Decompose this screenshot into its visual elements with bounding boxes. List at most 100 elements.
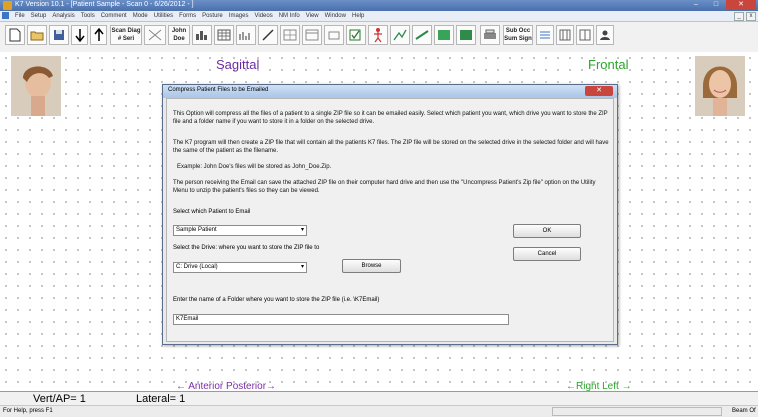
table-icon[interactable] <box>214 25 234 45</box>
window-title: K7 Version 10.1 - [Patient Sample - Scan… <box>15 1 194 8</box>
columns-icon-graphic <box>559 29 571 41</box>
print-preview-icon-graphic <box>328 31 340 40</box>
folder-input-label: Enter the name of a Folder where you wan… <box>173 297 380 303</box>
list-view-icon[interactable] <box>536 25 554 45</box>
menu-posture[interactable]: Posture <box>199 11 226 21</box>
menu-setup[interactable]: Setup <box>28 11 50 21</box>
grid-chart-icon-graphic <box>148 29 162 41</box>
lateral-value: Lateral= 1 <box>136 393 186 405</box>
menu-videos[interactable]: Videos <box>251 11 275 21</box>
menu-help[interactable]: Help <box>349 11 367 21</box>
arrow-up-icon-graphic <box>93 28 104 41</box>
new-file-icon-graphic <box>9 28 21 42</box>
grid-view-icon-graphic <box>283 29 297 41</box>
check-box-icon-graphic <box>349 29 361 41</box>
green-graph-icon[interactable] <box>434 25 454 45</box>
layout-icon[interactable] <box>302 25 322 45</box>
save-icon[interactable] <box>49 25 69 45</box>
columns-icon[interactable] <box>556 25 574 45</box>
menu-nm-info[interactable]: NM Info <box>276 11 303 21</box>
chart-green-icon-graphic <box>393 29 407 41</box>
arrow-down-icon[interactable] <box>71 25 88 45</box>
grid-chart-icon[interactable] <box>144 25 166 45</box>
chevron-down-icon: ▾ <box>300 227 304 233</box>
beam-status-text: Beam Of <box>732 408 756 414</box>
menu-file[interactable]: File <box>12 11 28 21</box>
skeleton-icon-graphic <box>374 28 382 43</box>
patient-front-photo <box>695 56 745 116</box>
menu-analysis[interactable]: Analysis <box>49 11 77 21</box>
skeleton-icon[interactable] <box>368 25 388 45</box>
frontal-label: Frontal <box>588 57 629 72</box>
chevron-down-icon: ▾ <box>300 264 304 270</box>
menu-utilities[interactable]: Utilities <box>151 11 176 21</box>
bar-chart-icon-graphic <box>196 31 207 40</box>
menu-forms[interactable]: Forms <box>176 11 199 21</box>
menu-window[interactable]: Window <box>322 11 349 21</box>
close-window-button[interactable]: ✕ <box>726 0 756 10</box>
dialog-close-button[interactable]: ✕ <box>585 86 613 96</box>
menu-comment[interactable]: Comment <box>98 11 130 21</box>
maximize-button[interactable]: □ <box>706 0 726 10</box>
check-box-icon[interactable] <box>346 25 366 45</box>
john-doe-button[interactable]: John Doe <box>168 25 190 45</box>
bar-chart-icon[interactable] <box>192 25 212 45</box>
cancel-button[interactable]: Cancel <box>513 247 581 261</box>
dialog-title: Compress Patient Files to be Emailed <box>168 87 269 93</box>
print-preview-icon[interactable] <box>324 25 344 45</box>
pen-tool-icon[interactable] <box>258 25 278 45</box>
folder-name-input[interactable]: K7Email <box>173 314 509 325</box>
open-folder-icon[interactable] <box>27 25 47 45</box>
sub-occ-button[interactable]: Sub Occ Sum Sign <box>503 25 533 45</box>
patient-select-value: Sample Patient <box>176 227 217 233</box>
patient-select-label: Select which Patient to Email <box>173 209 251 215</box>
patient-front-photo-graphic <box>695 56 745 116</box>
mdi-minimize-button[interactable]: _ <box>734 12 744 21</box>
patient-side-photo <box>11 56 61 116</box>
document-icon[interactable] <box>2 12 9 19</box>
scan-diag-button[interactable]: Scan Diag # Seri <box>110 25 142 45</box>
minimize-button[interactable]: – <box>686 0 706 10</box>
browse-button[interactable]: Browse <box>342 259 401 273</box>
menu-bar: File Setup Analysis Tools Comment Mode U… <box>0 11 758 22</box>
grid-view-icon[interactable] <box>280 25 300 45</box>
app-logo-icon <box>3 1 12 10</box>
users-icon-graphic <box>600 30 610 40</box>
list-view-icon-graphic <box>540 31 550 39</box>
chart-green-icon[interactable] <box>390 25 410 45</box>
menu-view[interactable]: View <box>303 11 322 21</box>
patient-select[interactable]: Sample Patient ▾ <box>173 225 307 236</box>
ok-button[interactable]: OK <box>513 224 581 238</box>
chart-flag-icon-graphic <box>415 30 429 40</box>
green-graph-2-icon[interactable] <box>456 25 476 45</box>
menu-images[interactable]: Images <box>226 11 252 21</box>
dialog-body: This Option will compress all the files … <box>166 98 614 342</box>
menu-tools[interactable]: Tools <box>78 11 98 21</box>
dialog-title-bar[interactable]: Compress Patient Files to be Emailed ✕ <box>163 85 617 98</box>
new-file-icon[interactable] <box>5 25 25 45</box>
arrow-up-icon[interactable] <box>90 25 107 45</box>
window-title-bar: K7 Version 10.1 - [Patient Sample - Scan… <box>0 0 758 11</box>
patient-side-photo-graphic <box>11 56 61 116</box>
menu-mode[interactable]: Mode <box>130 11 151 21</box>
pen-tool-icon-graphic <box>262 29 274 41</box>
small-chart-icon[interactable] <box>236 25 256 45</box>
drive-select[interactable]: C: Drive (Local) ▾ <box>173 262 307 273</box>
compress-dialog: Compress Patient Files to be Emailed ✕ T… <box>162 84 618 345</box>
mdi-close-button[interactable]: x <box>746 12 756 21</box>
table-icon-graphic <box>217 29 231 41</box>
layout-icon-graphic <box>305 29 319 41</box>
green-graph-2-icon-graphic <box>460 30 472 40</box>
open-folder-icon-graphic <box>30 31 44 41</box>
chart-flag-icon[interactable] <box>412 25 432 45</box>
users-icon[interactable] <box>596 25 614 45</box>
printer-icon[interactable] <box>480 25 500 45</box>
panels-icon[interactable] <box>576 25 594 45</box>
save-icon-graphic <box>54 30 64 40</box>
measurement-bar: Vert/AP= 1 Lateral= 1 <box>0 391 758 406</box>
drive-select-value: C: Drive (Local) <box>176 264 218 270</box>
status-bar: For Help, press F1 Beam Of <box>0 405 758 417</box>
drive-select-label: Select the Drive: where you want to stor… <box>173 245 320 251</box>
example-text: Example: John Doe's files will be stored… <box>177 164 332 170</box>
printer-icon-graphic <box>484 29 496 39</box>
